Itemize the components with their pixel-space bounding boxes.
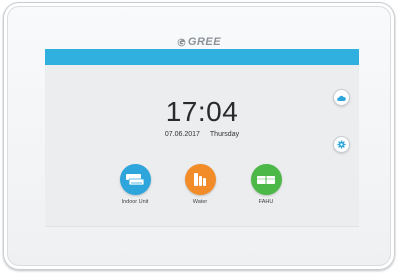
settings-button[interactable]: [333, 136, 350, 153]
gear-icon: [337, 136, 346, 154]
status-bar: [45, 49, 359, 65]
tile-label: FAHU: [258, 199, 274, 205]
clock-time: 17:04: [165, 96, 239, 127]
cloud-button[interactable]: [333, 89, 350, 106]
screen-bottom-edge: [45, 226, 359, 227]
tile-label: Water: [192, 199, 208, 205]
display-screen: 17:04 07.06.2017 Thursday Indoor Unit Wa…: [45, 49, 359, 226]
indoor-unit-icon: [119, 164, 151, 195]
tile-label: Indoor Unit: [121, 199, 149, 205]
cloud-icon: [337, 89, 346, 107]
brand-logo: GREE: [4, 36, 394, 50]
clock-date: 07.06.2017: [164, 131, 200, 138]
tile-water[interactable]: Water: [181, 164, 219, 205]
logo-text: GREE: [187, 36, 222, 48]
water-heater-icon: [184, 164, 216, 195]
fahu-icon: [250, 164, 282, 195]
tile-indoor-unit[interactable]: Indoor Unit: [116, 164, 154, 205]
tile-fahu[interactable]: FAHU: [247, 164, 285, 205]
clock-weekday: Thursday: [209, 131, 240, 138]
clock-date-row: 07.06.2017 Thursday: [45, 131, 359, 138]
